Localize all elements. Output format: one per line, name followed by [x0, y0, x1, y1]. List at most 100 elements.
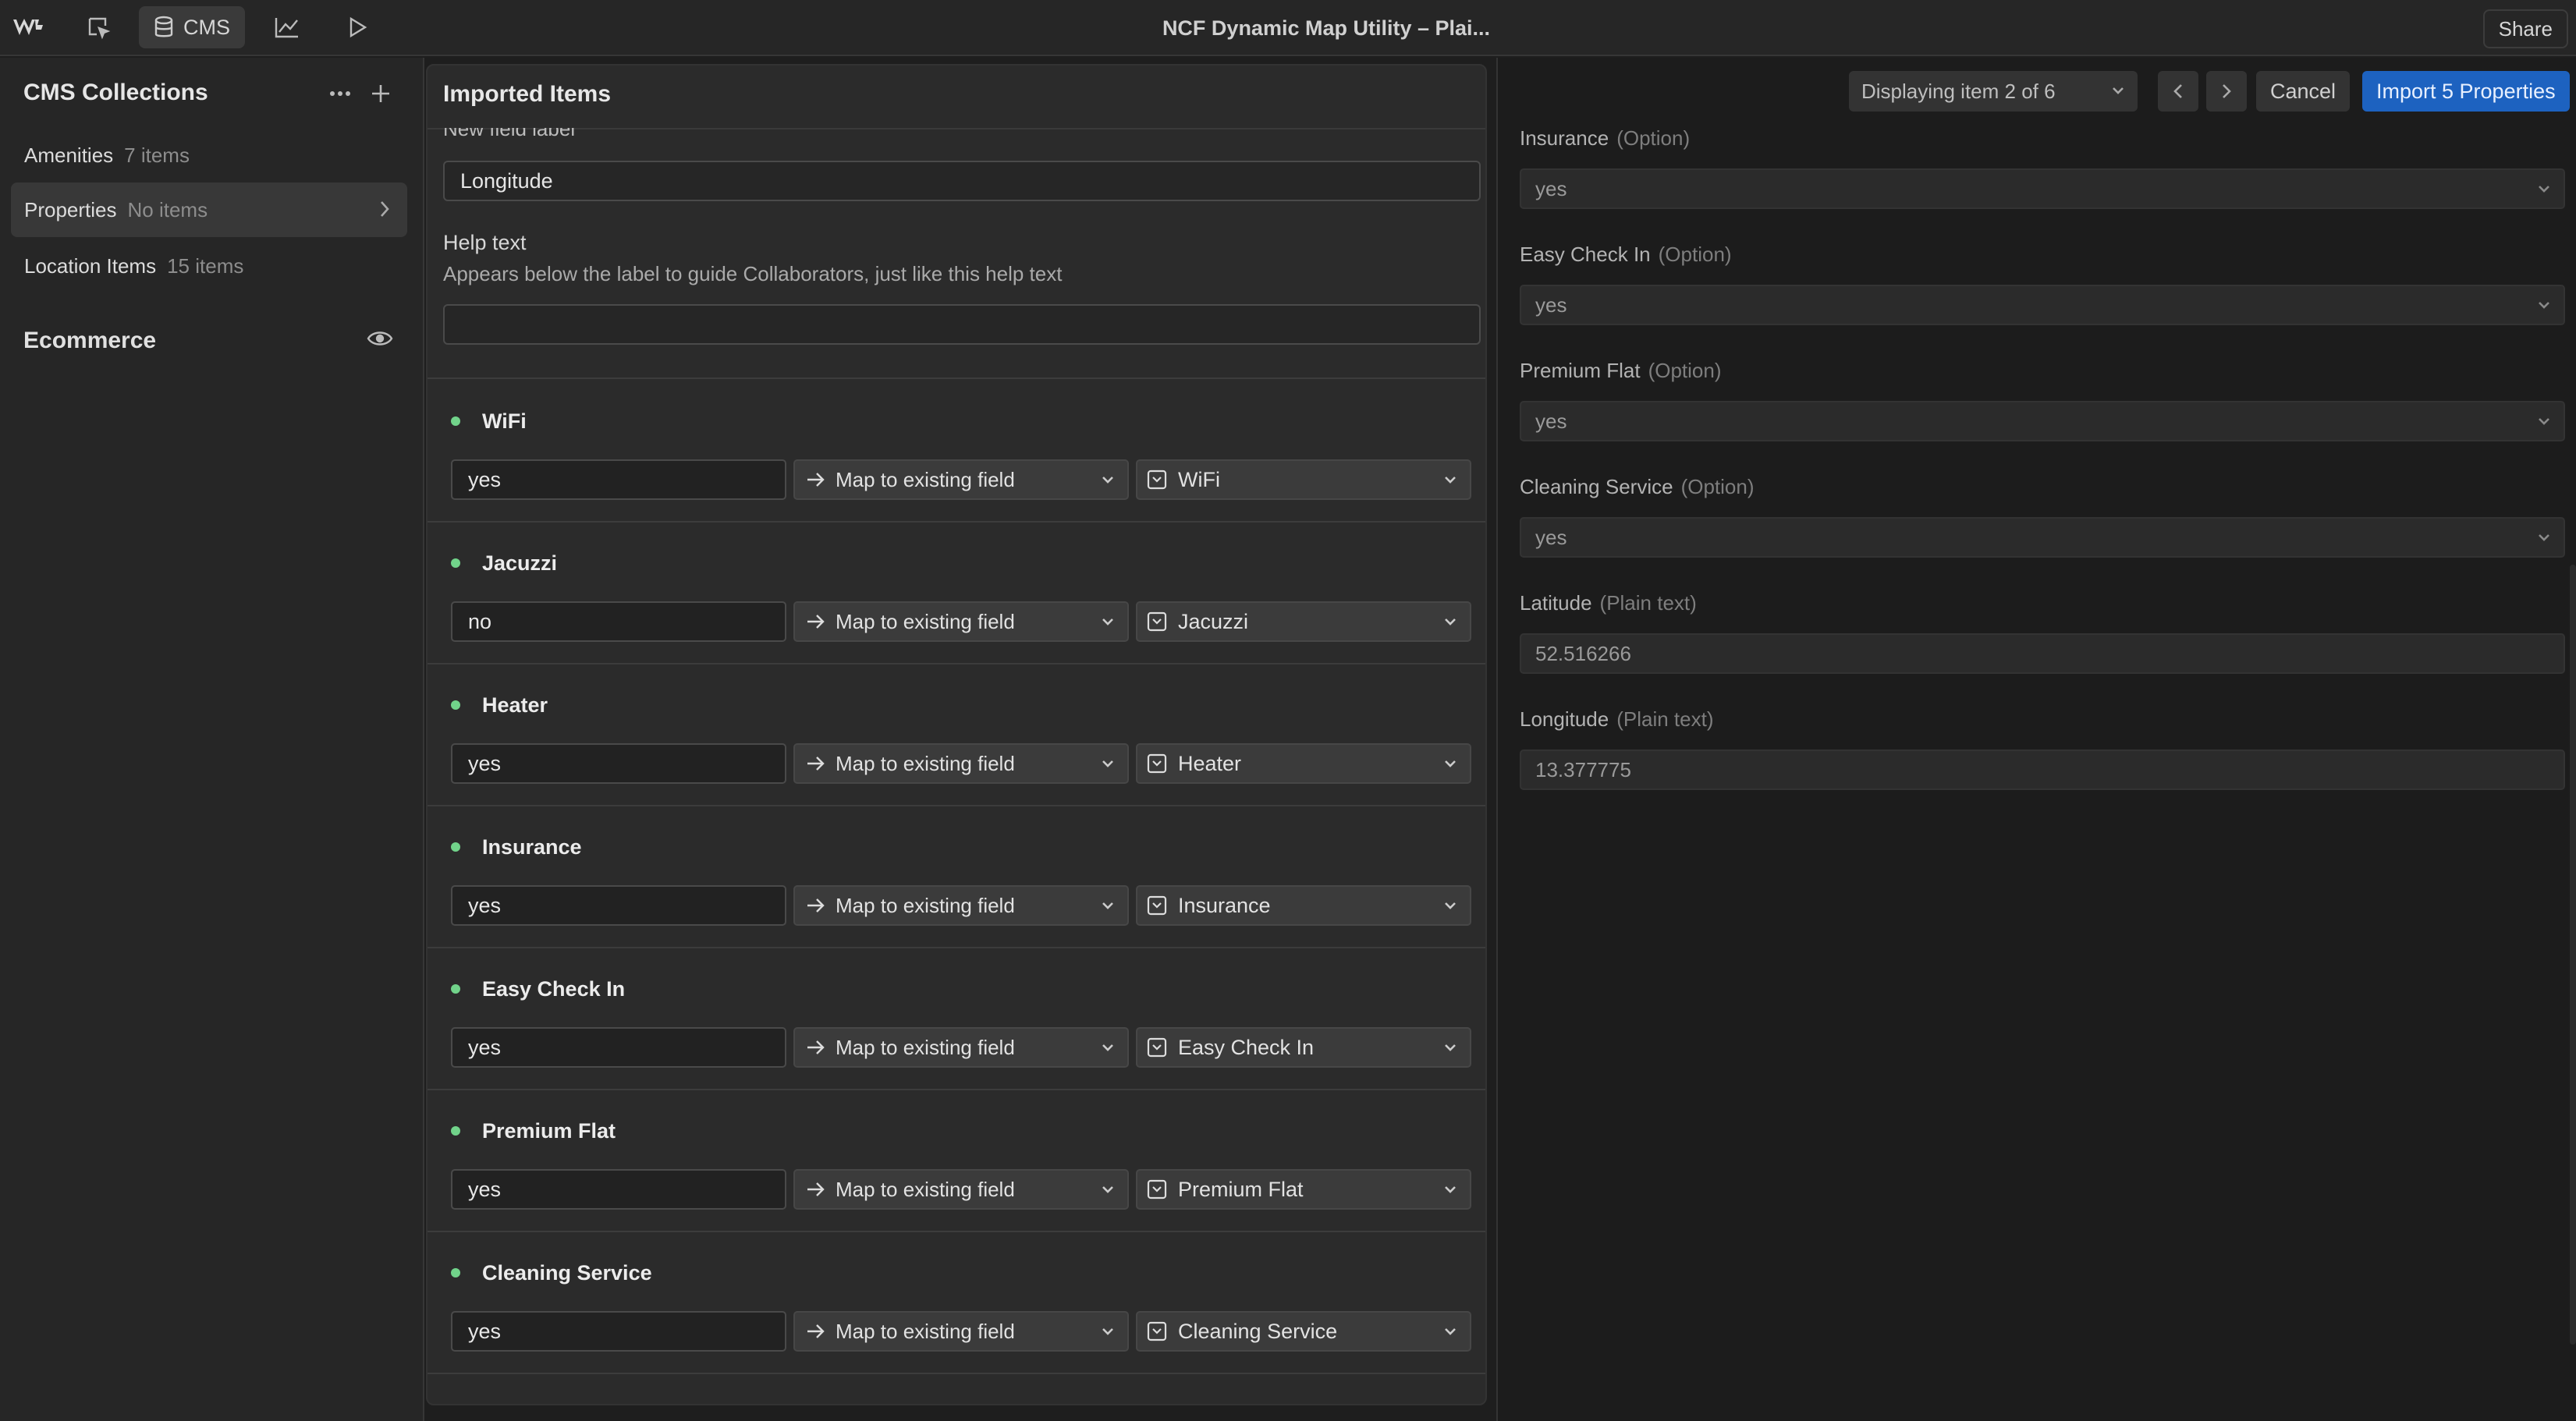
status-dot	[451, 842, 460, 852]
collection-count: 15 items	[167, 253, 244, 278]
row-value: yes	[451, 1311, 786, 1352]
preview-field-label: Longitude (Plain text)	[1520, 707, 1714, 731]
import-properties-button[interactable]: Import 5 Properties	[2362, 71, 2570, 112]
chevron-right-icon	[379, 200, 390, 218]
collection-item-location-items[interactable]: Location Items 15 items	[11, 239, 407, 293]
target-field-select[interactable]: Insurance	[1136, 885, 1471, 926]
map-option-select[interactable]: Map to existing field	[793, 1169, 1129, 1210]
analytics-chart-icon[interactable]	[265, 6, 309, 48]
preview-option-select[interactable]: yes	[1520, 285, 2565, 325]
item-display-select[interactable]: Displaying item 2 of 6	[1849, 71, 2138, 112]
option-field-icon	[1147, 1037, 1167, 1058]
preview-text-field[interactable]: 13.377775	[1520, 749, 2565, 790]
target-field-select[interactable]: Premium Flat	[1136, 1169, 1471, 1210]
divider	[428, 663, 1485, 664]
chevron-down-icon	[2537, 181, 2551, 197]
top-bar: CMS NCF Dynamic Map Utility – Plai... Sh…	[0, 0, 2576, 56]
map-option-select[interactable]: Map to existing field	[793, 459, 1129, 500]
row-value: yes	[451, 1169, 786, 1210]
target-field-select[interactable]: Cleaning Service	[1136, 1311, 1471, 1352]
cancel-button[interactable]: Cancel	[2256, 71, 2351, 112]
preview-field-value: yes	[1535, 292, 1567, 317]
preview-option-select[interactable]: yes	[1520, 401, 2565, 441]
preview-field-value: yes	[1535, 176, 1567, 200]
webflow-logo-icon[interactable]	[6, 6, 50, 48]
divider	[428, 1089, 1485, 1090]
sidebar-heading: CMS Collections	[23, 80, 208, 105]
chevron-right-icon	[2223, 84, 2231, 98]
next-item-button[interactable]	[2206, 71, 2247, 112]
row-name: Cleaning Service	[482, 1261, 652, 1285]
cms-tab[interactable]: CMS	[139, 6, 245, 48]
eye-icon[interactable]	[367, 329, 393, 348]
share-button[interactable]: Share	[2482, 9, 2568, 48]
map-option-select[interactable]: Map to existing field	[793, 885, 1129, 926]
new-field-label: New field label	[443, 117, 576, 140]
target-field-label: Insurance	[1178, 893, 1271, 917]
divider	[428, 1373, 1485, 1374]
more-options-icon[interactable]	[325, 78, 356, 109]
map-option-label: Map to existing field	[836, 893, 1015, 917]
collection-item-amenities[interactable]: Amenities 7 items	[11, 128, 407, 182]
chevron-down-icon	[2111, 83, 2125, 98]
target-field-select[interactable]: Heater	[1136, 743, 1471, 784]
arrow-right-icon	[807, 1182, 825, 1196]
designer-cursor-icon[interactable]	[76, 6, 120, 48]
target-field-label: Premium Flat	[1178, 1177, 1304, 1201]
target-field-label: Cleaning Service	[1178, 1319, 1338, 1343]
collection-item-properties[interactable]: Properties No items	[11, 182, 407, 237]
preview-field-label: Cleaning Service (Option)	[1520, 475, 1755, 498]
ecommerce-heading: Ecommerce	[23, 328, 157, 353]
scrollbar[interactable]	[2570, 565, 2576, 1345]
status-dot	[451, 1268, 460, 1277]
add-collection-icon[interactable]	[365, 78, 396, 109]
target-field-select[interactable]: Jacuzzi	[1136, 601, 1471, 642]
map-option-select[interactable]: Map to existing field	[793, 743, 1129, 784]
target-field-label: WiFi	[1178, 467, 1220, 491]
chevron-down-icon	[2537, 297, 2551, 313]
row-value: yes	[451, 1027, 786, 1068]
status-dot	[451, 1126, 460, 1136]
new-field-label-input[interactable]: Longitude	[443, 161, 1481, 201]
divider	[428, 377, 1485, 379]
preview-field-label: Premium Flat (Option)	[1520, 359, 1722, 382]
preview-option-select[interactable]: yes	[1520, 517, 2565, 558]
status-dot	[451, 558, 460, 568]
target-field-select[interactable]: Easy Check In	[1136, 1027, 1471, 1068]
row-value: yes	[451, 743, 786, 784]
chevron-down-icon	[1101, 614, 1115, 629]
chevron-down-icon	[1101, 1040, 1115, 1055]
row-name: Easy Check In	[482, 977, 626, 1001]
chevron-down-icon	[1101, 898, 1115, 913]
chevron-down-icon	[1443, 1182, 1457, 1197]
preview-field-label: Latitude (Plain text)	[1520, 591, 1697, 615]
arrow-right-icon	[807, 473, 825, 487]
database-icon	[154, 16, 173, 37]
option-field-icon	[1147, 611, 1167, 632]
chevron-down-icon	[1443, 898, 1457, 913]
map-option-label: Map to existing field	[836, 1177, 1015, 1201]
chevron-down-icon	[2537, 413, 2551, 429]
help-text-input[interactable]	[443, 304, 1481, 345]
help-text-label: Help text	[443, 231, 527, 254]
row-value: no	[451, 601, 786, 642]
previous-item-button[interactable]	[2158, 71, 2198, 112]
chevron-down-icon	[1101, 1324, 1115, 1339]
play-preview-icon[interactable]	[335, 6, 379, 48]
map-option-select[interactable]: Map to existing field	[793, 601, 1129, 642]
row-name: Jacuzzi	[482, 551, 558, 575]
target-field-select[interactable]: WiFi	[1136, 459, 1471, 500]
preview-option-select[interactable]: yes	[1520, 168, 2565, 209]
arrow-right-icon	[807, 898, 825, 912]
option-field-icon	[1147, 1321, 1167, 1341]
help-text-description: Appears below the label to guide Collabo…	[443, 262, 1063, 285]
map-option-select[interactable]: Map to existing field	[793, 1027, 1129, 1068]
option-field-icon	[1147, 1179, 1167, 1200]
collection-name: Properties	[24, 197, 117, 221]
collection-name: Amenities	[24, 143, 114, 167]
preview-field-label: Easy Check In (Option)	[1520, 243, 1732, 266]
map-option-select[interactable]: Map to existing field	[793, 1311, 1129, 1352]
divider	[428, 521, 1485, 523]
preview-field-label: Insurance (Option)	[1520, 126, 1691, 150]
preview-text-field[interactable]: 52.516266	[1520, 633, 2565, 674]
